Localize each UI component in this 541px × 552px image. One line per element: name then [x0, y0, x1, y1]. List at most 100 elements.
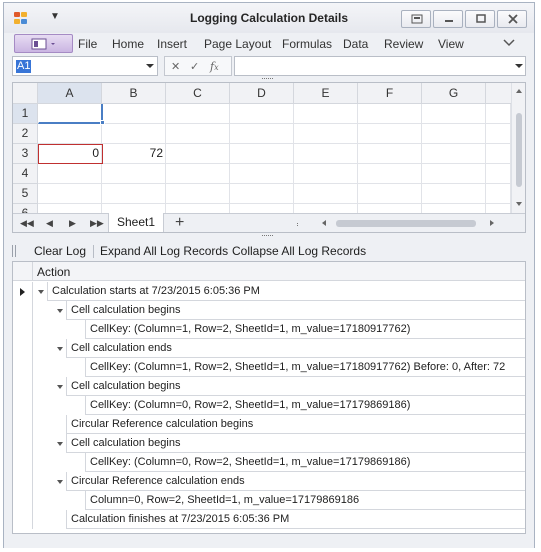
grid-cell[interactable] — [38, 164, 102, 184]
expand-toggle-icon[interactable] — [57, 347, 63, 351]
grid-cell[interactable] — [422, 124, 486, 144]
grid-cell[interactable] — [38, 124, 102, 144]
menu-data[interactable]: Data — [343, 37, 368, 51]
confirm-edit-icon[interactable]: ✓ — [190, 60, 199, 73]
log-row[interactable]: Cell calculation begins — [13, 301, 525, 320]
toolbar-grip[interactable] — [12, 245, 18, 257]
grid-cell[interactable] — [166, 184, 230, 204]
grid-cell[interactable] — [294, 124, 358, 144]
name-box[interactable]: A1 — [12, 56, 158, 76]
maximize-button[interactable] — [465, 10, 495, 28]
expand-toggle-icon[interactable] — [57, 480, 63, 484]
log-row[interactable]: Cell calculation begins — [13, 377, 525, 396]
grid-cell[interactable] — [358, 164, 422, 184]
grid-cell[interactable] — [486, 184, 511, 204]
grid-cell[interactable] — [486, 124, 511, 144]
restore-ribbon-button[interactable] — [401, 10, 431, 28]
log-row[interactable]: Calculation finishes at 7/23/2015 6:05:3… — [13, 510, 525, 529]
column-header-c[interactable]: C — [166, 83, 230, 104]
grid-cell[interactable] — [486, 164, 511, 184]
menu-page-layout[interactable]: Page Layout — [204, 37, 271, 51]
add-sheet-icon[interactable]: + — [175, 215, 184, 231]
row-header-4[interactable]: 4 — [13, 164, 38, 184]
previous-sheet-icon[interactable]: ◀ — [46, 218, 53, 229]
expand-all-button[interactable]: Expand All Log Records — [100, 244, 228, 258]
grid-cell[interactable] — [230, 124, 294, 144]
log-row[interactable]: Column=0, Row=2, SheetId=1, m_value=1717… — [13, 491, 525, 510]
log-row[interactable]: CellKey: (Column=0, Row=2, SheetId=1, m_… — [13, 396, 525, 415]
scroll-down-icon[interactable] — [516, 202, 522, 206]
grid-cell[interactable] — [422, 104, 486, 124]
column-header-a[interactable]: A — [38, 83, 102, 104]
cell-b3[interactable]: 72 — [102, 144, 166, 164]
log-row[interactable]: Cell calculation begins — [13, 434, 525, 453]
log-row[interactable]: CellKey: (Column=0, Row=2, SheetId=1, m_… — [13, 453, 525, 472]
grid-cell[interactable] — [422, 184, 486, 204]
grid-cell[interactable] — [358, 144, 422, 164]
application-menu-button[interactable] — [14, 34, 73, 53]
menu-insert[interactable]: Insert — [157, 37, 187, 51]
menu-formulas[interactable]: Formulas — [282, 37, 332, 51]
grid-cell[interactable] — [422, 164, 486, 184]
log-row[interactable]: Cell calculation ends — [13, 339, 525, 358]
expand-toggle-icon[interactable] — [38, 290, 44, 294]
vertical-scroll-thumb[interactable] — [516, 113, 522, 187]
grid-cell[interactable] — [358, 124, 422, 144]
scroll-up-icon[interactable] — [516, 89, 522, 93]
menu-file[interactable]: File — [78, 37, 97, 51]
select-all-corner[interactable] — [13, 83, 38, 104]
grid-cell[interactable] — [358, 184, 422, 204]
log-tree-list[interactable]: Action Calculation starts at 7/23/2015 6… — [12, 261, 526, 534]
grid-cell[interactable] — [102, 104, 166, 124]
formula-input[interactable] — [234, 56, 526, 76]
row-header-5[interactable]: 5 — [13, 184, 38, 204]
grid-cell[interactable] — [294, 104, 358, 124]
horizontal-scrollbar[interactable] — [318, 218, 498, 229]
clear-log-button[interactable]: Clear Log — [34, 244, 86, 258]
menu-view[interactable]: View — [438, 37, 464, 51]
column-header-g[interactable]: G — [422, 83, 486, 104]
horizontal-scroll-thumb[interactable] — [336, 220, 476, 227]
grid-cell[interactable] — [166, 144, 230, 164]
grid-cell[interactable] — [102, 124, 166, 144]
menu-review[interactable]: Review — [384, 37, 423, 51]
grid-cell[interactable] — [230, 184, 294, 204]
close-button[interactable] — [497, 10, 527, 28]
grid-cell[interactable] — [102, 164, 166, 184]
expand-toggle-icon[interactable] — [57, 309, 63, 313]
last-sheet-icon[interactable]: ▶▶ — [90, 218, 104, 229]
log-row[interactable]: Circular Reference calculation ends — [13, 472, 525, 491]
name-box-dropdown-icon[interactable] — [146, 64, 154, 68]
column-header-h[interactable] — [486, 83, 511, 104]
expand-toggle-icon[interactable] — [57, 385, 63, 389]
ribbon-collapse-icon[interactable] — [502, 38, 516, 48]
expand-toggle-icon[interactable] — [57, 442, 63, 446]
next-sheet-icon[interactable]: ▶ — [69, 218, 76, 229]
panel-splitter-grip[interactable] — [262, 233, 274, 239]
grid-cell[interactable] — [166, 104, 230, 124]
collapse-all-button[interactable]: Collapse All Log Records — [232, 244, 366, 258]
log-row[interactable]: Calculation starts at 7/23/2015 6:05:36 … — [13, 282, 525, 301]
grid-cell[interactable] — [486, 144, 511, 164]
grid-cell[interactable] — [294, 144, 358, 164]
grid-cell[interactable] — [294, 164, 358, 184]
scroll-left-icon[interactable] — [322, 220, 326, 226]
vertical-scrollbar[interactable] — [511, 83, 525, 213]
row-header-3[interactable]: 3 — [13, 144, 38, 164]
grid-cell[interactable] — [486, 104, 511, 124]
row-header-1[interactable]: 1 — [13, 104, 38, 124]
grid-cell[interactable] — [358, 104, 422, 124]
log-row[interactable]: CellKey: (Column=1, Row=2, SheetId=1, m_… — [13, 320, 525, 339]
cancel-edit-icon[interactable]: ✕ — [171, 60, 180, 73]
grid-cell[interactable] — [102, 184, 166, 204]
action-column-header[interactable]: Action — [37, 265, 70, 279]
fill-handle[interactable] — [100, 120, 105, 125]
menu-home[interactable]: Home — [112, 37, 144, 51]
grid-cell[interactable] — [294, 184, 358, 204]
tab-splitter-grip[interactable] — [297, 221, 309, 227]
insert-function-icon[interactable]: fx — [210, 60, 219, 73]
minimize-button[interactable] — [433, 10, 463, 28]
grid-cell[interactable] — [166, 124, 230, 144]
sheet-tab-sheet1[interactable]: Sheet1 — [108, 213, 164, 232]
first-sheet-icon[interactable]: ◀◀ — [20, 218, 34, 229]
